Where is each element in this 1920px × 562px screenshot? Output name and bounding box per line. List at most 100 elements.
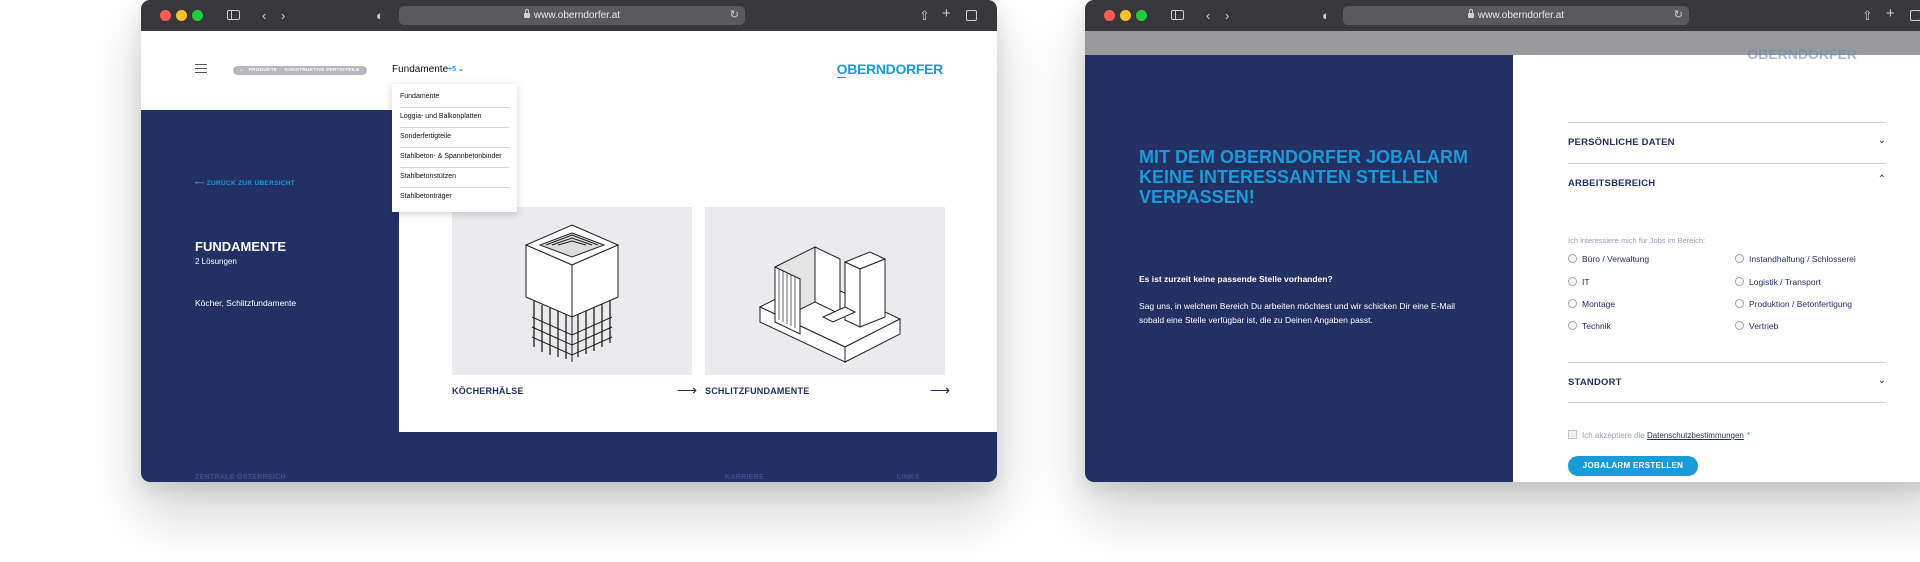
radio-button[interactable] bbox=[1568, 321, 1577, 330]
address-bar[interactable]: www.oberndorfer.at ↻ bbox=[1343, 6, 1689, 25]
sidebar-toggle-icon[interactable] bbox=[1171, 10, 1184, 20]
address-bar-url: www.oberndorfer.at bbox=[1477, 10, 1565, 21]
dropdown-item[interactable]: Stahlbetonstützen bbox=[400, 168, 509, 188]
accordion-title[interactable]: PERSÖNLICHE DATEN bbox=[1568, 137, 1675, 148]
lock-icon bbox=[523, 9, 530, 18]
share-icon[interactable]: ⇧ bbox=[919, 7, 930, 24]
forward-icon[interactable]: › bbox=[1225, 7, 1229, 24]
close-window-button[interactable] bbox=[160, 10, 171, 21]
category-count-badge[interactable]: +5 ⌄ bbox=[448, 65, 464, 73]
browser-toolbar: ‹ › ◐ www.oberndorfer.at ↻ ⇧ + bbox=[1085, 0, 1920, 31]
consent-checkbox[interactable] bbox=[1568, 430, 1577, 439]
radio-button[interactable] bbox=[1568, 277, 1577, 286]
new-tab-icon[interactable]: + bbox=[1886, 5, 1895, 22]
radio-button[interactable] bbox=[1568, 299, 1577, 308]
product-page: ⌂ PRODUKTE › KONSTRUKTIVE FERTIGTEILE Fun… bbox=[141, 31, 997, 482]
share-icon[interactable]: ⇧ bbox=[1862, 7, 1873, 24]
product-card-schlitzfundament[interactable] bbox=[705, 207, 945, 375]
jobalarm-description: Sag uns, in welchem Bereich Du arbeiten … bbox=[1139, 301, 1456, 325]
oberndorfer-logo[interactable]: OBERNDORFER bbox=[836, 61, 943, 78]
accordion-work-area[interactable]: ARBEITSBEREICH ⌃ bbox=[1568, 163, 1886, 203]
accordion-title[interactable]: ARBEITSBEREICH bbox=[1568, 178, 1655, 189]
jobalarm-intro-panel: MIT DEM OBERNDORFER JOBALARM KEINE INTER… bbox=[1085, 55, 1513, 482]
radio-button[interactable] bbox=[1735, 277, 1744, 286]
new-tab-icon[interactable]: + bbox=[942, 5, 951, 22]
accordion-title[interactable]: STANDORT bbox=[1568, 377, 1622, 388]
koecherhals-drawing bbox=[524, 224, 620, 362]
chevron-down-icon[interactable]: ⌄ bbox=[1878, 375, 1886, 386]
back-icon[interactable]: ‹ bbox=[262, 7, 266, 24]
privacy-shield-icon[interactable]: ◐ bbox=[1322, 7, 1330, 24]
breadcrumb-item[interactable]: PRODUKTE bbox=[249, 68, 278, 73]
radio-option[interactable]: Logistik / Transport bbox=[1735, 277, 1821, 287]
radio-option[interactable]: IT bbox=[1568, 277, 1590, 287]
radio-option[interactable]: Produktion / Betonfertigung bbox=[1735, 299, 1852, 309]
forward-icon[interactable]: › bbox=[281, 7, 285, 24]
breadcrumb: ⌂ PRODUKTE › KONSTRUKTIVE FERTIGTEILE bbox=[233, 66, 367, 75]
solution-count: 2 Lösungen bbox=[195, 257, 237, 266]
privacy-shield-icon[interactable]: ◐ bbox=[376, 7, 384, 24]
dropdown-item[interactable]: Stahlbetonträger bbox=[400, 188, 509, 208]
dropdown-item[interactable]: Loggia- und Balkonplatten bbox=[400, 108, 509, 128]
arrow-right-icon[interactable]: ⟶ bbox=[677, 382, 697, 399]
jobalarm-question: Es ist zurzeit keine passende Stelle vor… bbox=[1139, 274, 1333, 284]
chevron-up-icon[interactable]: ⌃ bbox=[1878, 174, 1886, 185]
dropdown-item[interactable]: Fundamente bbox=[400, 88, 509, 108]
dropdown-item[interactable]: Stahlbeton- & Spannbetonbinder bbox=[400, 148, 509, 168]
browser-window-jobalarm: ‹ › ◐ www.oberndorfer.at ↻ ⇧ + OBERNDORF… bbox=[1085, 0, 1920, 482]
category-title: FUNDAMENTE bbox=[195, 239, 286, 254]
category-sidebar bbox=[141, 110, 399, 436]
minimize-window-button[interactable] bbox=[176, 10, 187, 21]
footer-link[interactable]: ZENTRALE ÖSTERREICH bbox=[195, 474, 286, 481]
address-bar-url: www.oberndorfer.at bbox=[533, 10, 621, 21]
browser-window-product: ‹ › ◐ www.oberndorfer.at ↻ ⇧ + ⌂ PRODUKT… bbox=[141, 0, 997, 482]
breadcrumb-item[interactable]: KONSTRUKTIVE FERTIGTEILE bbox=[285, 68, 360, 73]
radio-option[interactable]: Montage bbox=[1568, 299, 1615, 309]
jobalarm-headline: MIT DEM OBERNDORFER JOBALARM KEINE INTER… bbox=[1139, 147, 1468, 207]
footer-link[interactable]: LINKS bbox=[897, 474, 920, 481]
dropdown-item[interactable]: Sonderfertigteile bbox=[400, 128, 509, 148]
tab-overview-icon[interactable] bbox=[966, 10, 977, 21]
accordion-personal-data[interactable]: PERSÖNLICHE DATEN ⌄ bbox=[1568, 122, 1886, 163]
back-icon[interactable]: ‹ bbox=[1206, 7, 1210, 24]
site-footer: ZENTRALE ÖSTERREICH KARRIERE LINKS bbox=[141, 432, 997, 482]
sidebar-toggle-icon[interactable] bbox=[227, 10, 240, 20]
oberndorfer-logo: OBERNDORFER bbox=[1747, 46, 1857, 62]
radio-button[interactable] bbox=[1735, 321, 1744, 330]
product-card-koecherhals[interactable] bbox=[452, 207, 692, 375]
browser-toolbar: ‹ › ◐ www.oberndorfer.at ↻ ⇧ + bbox=[141, 0, 997, 31]
dimmed-header: OBERNDORFER bbox=[1085, 31, 1920, 62]
zoom-window-button[interactable] bbox=[192, 10, 203, 21]
accordion-location[interactable]: STANDORT ⌄ bbox=[1568, 362, 1886, 403]
create-jobalarm-button[interactable]: JOBALARM ERSTELLEN bbox=[1568, 456, 1698, 476]
footer-link[interactable]: KARRIERE bbox=[725, 474, 764, 481]
jobalarm-page: OBERNDORFER MIT DEM OBERNDORFER JOBALARM… bbox=[1085, 31, 1920, 482]
reload-icon[interactable]: ↻ bbox=[1674, 6, 1683, 25]
card-label[interactable]: KÖCHERHÄLSE bbox=[452, 386, 524, 396]
minimize-window-button[interactable] bbox=[1120, 10, 1131, 21]
back-to-overview-link[interactable]: ⟵ ZURÜCK ZUR ÜBERSICHT bbox=[195, 179, 295, 187]
reload-icon[interactable]: ↻ bbox=[730, 6, 739, 25]
required-marker: * bbox=[1746, 431, 1751, 440]
radio-button[interactable] bbox=[1735, 254, 1744, 263]
radio-option[interactable]: Büro / Verwaltung bbox=[1568, 254, 1649, 264]
radio-button[interactable] bbox=[1735, 299, 1744, 308]
close-window-button[interactable] bbox=[1104, 10, 1115, 21]
work-area-hint: Ich interessiere mich für Jobs im Bereic… bbox=[1568, 236, 1706, 245]
tab-overview-icon[interactable] bbox=[1910, 10, 1920, 21]
arrow-right-icon[interactable]: ⟶ bbox=[930, 382, 950, 399]
radio-option[interactable]: Technik bbox=[1568, 321, 1611, 331]
home-icon[interactable]: ⌂ bbox=[240, 68, 243, 73]
zoom-window-button[interactable] bbox=[1136, 10, 1147, 21]
chevron-down-icon[interactable]: ⌄ bbox=[1878, 135, 1886, 146]
card-label[interactable]: SCHLITZFUNDAMENTE bbox=[705, 386, 809, 396]
radio-option[interactable]: Instandhaltung / Schlosserei bbox=[1735, 254, 1856, 264]
category-dropdown-toggle[interactable]: Fundamente bbox=[392, 64, 448, 75]
menu-icon[interactable] bbox=[195, 64, 207, 73]
address-bar[interactable]: www.oberndorfer.at ↻ bbox=[399, 6, 745, 25]
radio-button[interactable] bbox=[1568, 254, 1577, 263]
privacy-consent[interactable]: Ich akzeptiere die Datenschutzbestimmung… bbox=[1568, 430, 1750, 440]
privacy-policy-link[interactable]: Datenschutzbestimmungen bbox=[1647, 431, 1744, 440]
category-dropdown-menu: Fundamente Loggia- und Balkonplatten Son… bbox=[392, 84, 517, 212]
radio-option[interactable]: Vertrieb bbox=[1735, 321, 1778, 331]
